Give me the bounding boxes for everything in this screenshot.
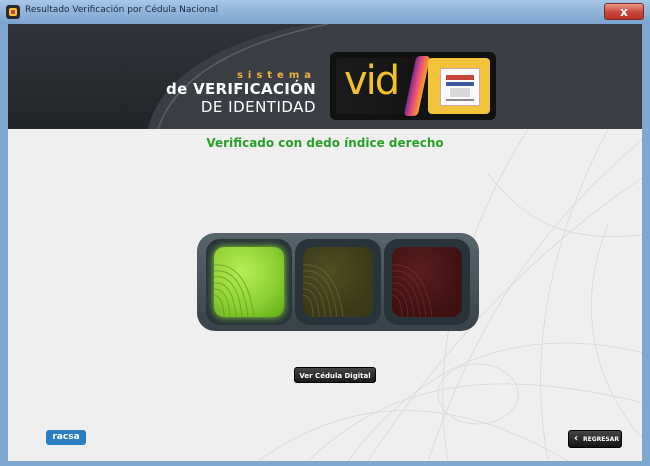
brand-title-line2: DE IDENTIDAD bbox=[200, 98, 316, 116]
verification-status: Verificado con dedo índice derecho bbox=[206, 136, 444, 150]
back-button-label: REGRESAR bbox=[583, 436, 619, 443]
view-digital-id-button[interactable]: Ver Cédula Digital bbox=[294, 367, 376, 383]
close-button[interactable]: x bbox=[604, 3, 644, 20]
vid-logo-text: vid bbox=[344, 58, 400, 104]
header-banner: sistema de VERIFICACIÓN DE IDENTIDAD vid bbox=[8, 24, 642, 129]
fingerprint-icon bbox=[392, 264, 433, 317]
vid-logo: vid bbox=[330, 52, 496, 120]
indicator-success bbox=[206, 239, 292, 325]
indicator-warning bbox=[295, 239, 381, 325]
chevron-left-icon: ‹ bbox=[574, 433, 579, 444]
application-window: Resultado Verificación por Cédula Nacion… bbox=[0, 0, 650, 466]
fingerprint-icon bbox=[214, 264, 255, 317]
client-area: sistema de VERIFICACIÓN DE IDENTIDAD vid bbox=[8, 24, 642, 461]
window-title: Resultado Verificación por Cédula Nacion… bbox=[25, 5, 219, 15]
title-bar[interactable]: Resultado Verificación por Cédula Nacion… bbox=[0, 0, 650, 24]
fingerprint-indicator-panel bbox=[197, 233, 479, 331]
institution-emblem-icon bbox=[440, 68, 480, 106]
brand-title-line1: de VERIFICACIÓN bbox=[166, 80, 316, 98]
fingerprint-icon bbox=[303, 264, 344, 317]
app-icon bbox=[6, 5, 20, 19]
racsa-logo: racsa bbox=[46, 430, 86, 445]
banner-swoosh bbox=[148, 24, 642, 129]
indicator-error bbox=[384, 239, 470, 325]
institution-emblem-panel bbox=[428, 58, 490, 114]
back-button[interactable]: ‹ REGRESAR bbox=[568, 430, 622, 448]
